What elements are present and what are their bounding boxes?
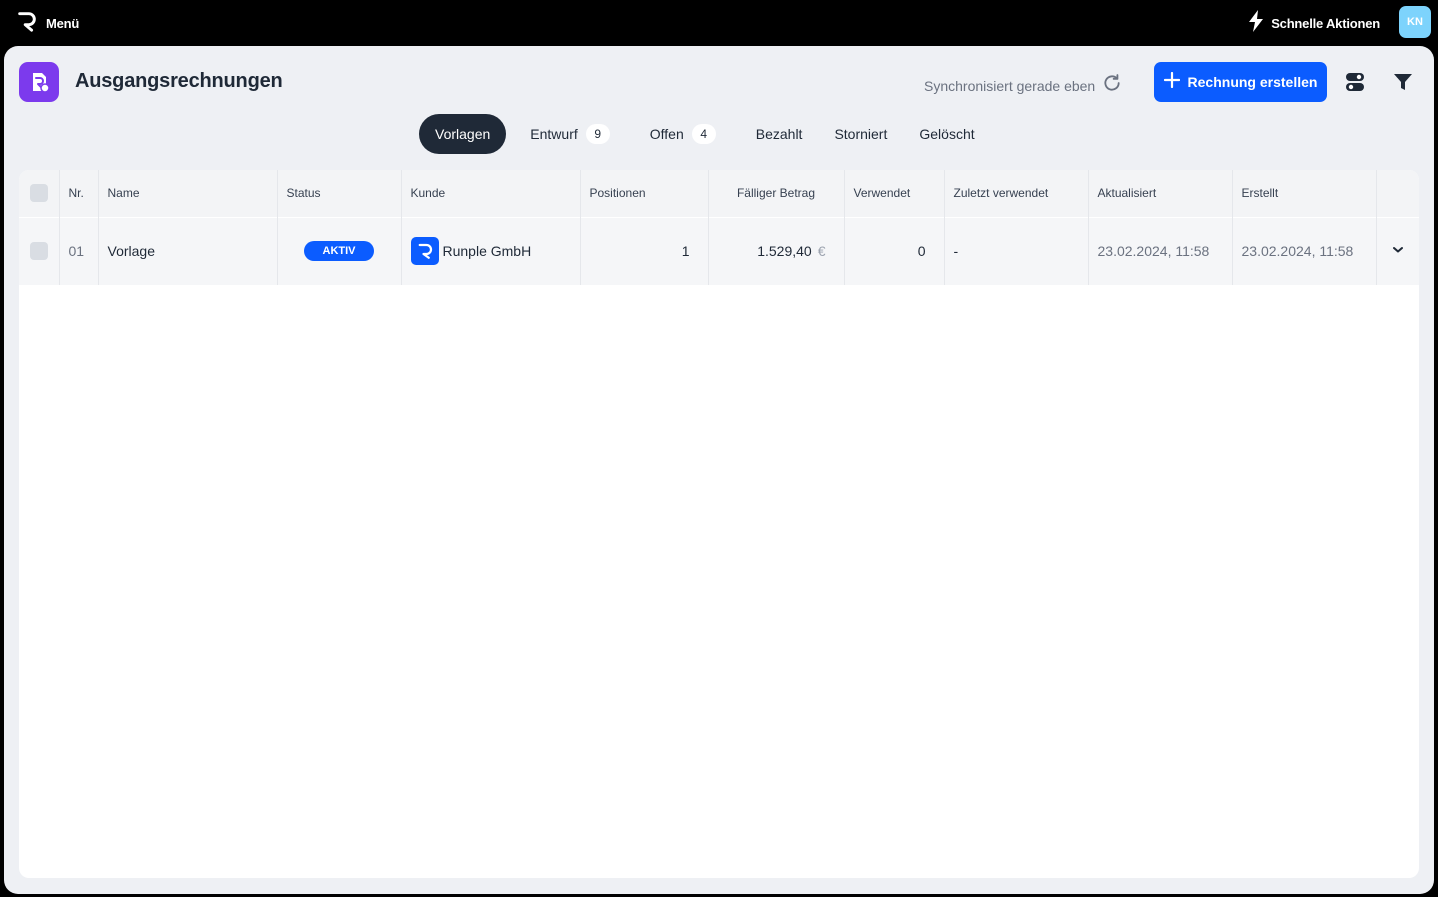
tab-label: Entwurf xyxy=(530,126,578,142)
row-created: 23.02.2024, 11:58 xyxy=(1232,216,1377,285)
row-amount-cell: 1.529,40 € xyxy=(708,216,845,285)
create-invoice-button[interactable]: Rechnung erstellen xyxy=(1154,62,1327,102)
row-status-cell: AKTIV xyxy=(277,216,402,285)
customer-logo-icon xyxy=(410,237,439,266)
row-positions: 1 xyxy=(580,216,709,285)
tab-label: Bezahlt xyxy=(755,126,803,142)
status-badge: AKTIV xyxy=(304,241,374,262)
chevron-down-icon[interactable] xyxy=(1392,243,1404,259)
tab-label: Gelöscht xyxy=(919,126,975,142)
row-checkbox[interactable] xyxy=(29,242,48,261)
column-header[interactable]: Positionen xyxy=(580,170,709,217)
table-header-row: Nr. Name Status Kunde Positionen Fällige… xyxy=(19,170,1419,217)
tab-bezahlt[interactable]: Bezahlt xyxy=(740,114,819,154)
select-all-cell xyxy=(19,170,60,217)
tab-label: Offen xyxy=(649,126,684,142)
column-header[interactable]: Zuletzt verwendet xyxy=(944,170,1089,217)
tab-label: Vorlagen xyxy=(435,126,491,142)
column-header[interactable]: Kunde xyxy=(401,170,581,217)
row-select-cell xyxy=(19,216,60,285)
page-title: Ausgangsrechnungen xyxy=(75,70,283,92)
table-row[interactable]: 01 Vorlage AKTIV Runple GmbH 1 1.529,40 … xyxy=(19,216,1419,285)
tab-geloescht[interactable]: Gelöscht xyxy=(903,114,990,154)
sync-status-label: Synchronisiert gerade eben xyxy=(924,77,1096,94)
tab-offen[interactable]: Offen 4 xyxy=(634,114,732,154)
lightning-icon xyxy=(1248,10,1264,37)
column-header[interactable]: Aktualisiert xyxy=(1088,170,1233,217)
refresh-icon xyxy=(1102,73,1122,98)
row-currency: € xyxy=(817,243,826,260)
avatar[interactable]: KN xyxy=(1399,6,1431,38)
row-last-used: - xyxy=(944,216,1089,285)
tab-vorlagen[interactable]: Vorlagen xyxy=(419,114,507,154)
quick-actions-label: Schnelle Aktionen xyxy=(1271,16,1380,31)
column-header[interactable]: Erstellt xyxy=(1232,170,1377,217)
row-amount: 1.529,40 xyxy=(757,243,812,260)
sync-status[interactable]: Synchronisiert gerade eben xyxy=(924,73,1122,98)
column-header[interactable]: Fälliger Betrag xyxy=(708,170,845,217)
column-header[interactable]: Name xyxy=(98,170,278,217)
tab-storniert[interactable]: Storniert xyxy=(818,114,903,154)
runple-logo-icon xyxy=(16,10,38,37)
row-updated: 23.02.2024, 11:58 xyxy=(1088,216,1233,285)
menu-button[interactable]: Menü xyxy=(16,10,79,37)
plus-icon xyxy=(1163,71,1180,93)
row-number: 01 xyxy=(59,216,99,285)
tab-entwurf[interactable]: Entwurf 9 xyxy=(514,114,625,154)
column-header[interactable]: Verwendet xyxy=(844,170,945,217)
column-header[interactable]: Status xyxy=(277,170,402,217)
column-header-actions xyxy=(1376,170,1419,217)
invoice-icon xyxy=(19,62,59,102)
row-expand-cell xyxy=(1376,216,1419,285)
tab-count-badge: 4 xyxy=(691,124,716,144)
top-bar: Menü Schnelle Aktionen KN xyxy=(0,0,1438,44)
toggle-icon[interactable] xyxy=(1344,71,1366,93)
row-used: 0 xyxy=(844,216,945,285)
customer-name[interactable]: Runple GmbH xyxy=(443,243,532,259)
menu-label: Menü xyxy=(46,16,80,31)
row-name: Vorlage xyxy=(98,216,278,285)
invoice-table: Nr. Name Status Kunde Positionen Fällige… xyxy=(19,170,1419,285)
invoice-table-card: Nr. Name Status Kunde Positionen Fällige… xyxy=(19,170,1419,878)
status-tabs: Vorlagen Entwurf 9 Offen 4 Bezahlt Storn… xyxy=(419,114,991,154)
row-customer-cell: Runple GmbH xyxy=(401,216,581,285)
tab-count-badge: 9 xyxy=(585,124,610,144)
create-invoice-label: Rechnung erstellen xyxy=(1187,74,1318,90)
main-panel: Ausgangsrechnungen Synchronisiert gerade… xyxy=(4,46,1434,894)
quick-actions-button[interactable]: Schnelle Aktionen xyxy=(1248,10,1380,37)
select-all-checkbox[interactable] xyxy=(29,184,48,203)
tab-label: Storniert xyxy=(834,126,888,142)
column-header[interactable]: Nr. xyxy=(59,170,99,217)
filter-icon[interactable] xyxy=(1392,71,1414,93)
